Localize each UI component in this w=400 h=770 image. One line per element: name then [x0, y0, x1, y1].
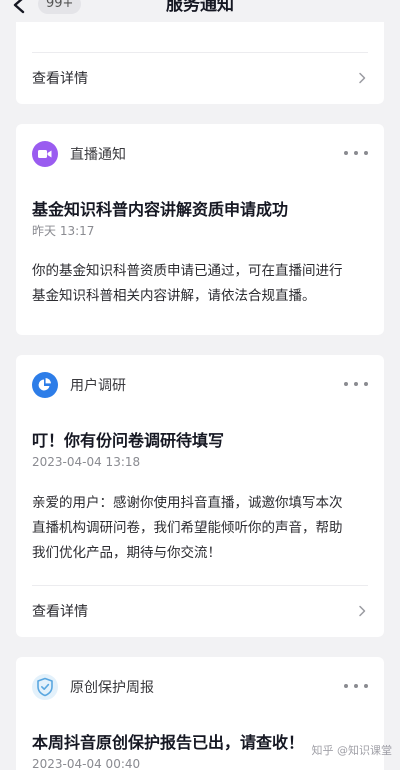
more-options-button[interactable] — [344, 146, 368, 160]
top-bar: 99+ 服务通知 — [0, 0, 400, 22]
message-body: 亲爱的用户：感谢你使用抖音直播，诚邀你填写本次 直播机构调研问卷，我们希望能倾听… — [32, 491, 370, 566]
more-dot — [354, 382, 358, 386]
message-time: 2023-04-04 00:40 — [32, 757, 141, 770]
chevron-right-icon — [359, 72, 366, 84]
message-body-line: 你的基金知识科普资质申请已通过，可在直播间进行 — [32, 263, 343, 279]
video-camera-icon — [32, 141, 58, 167]
card-source: 用户调研 — [70, 378, 126, 394]
view-details-button[interactable]: 查看详情 — [16, 589, 384, 633]
watermark-text: 知乎 @知识课堂 — [311, 744, 393, 757]
message-body-line: 亲爱的用户：感谢你使用抖音直播，诚邀你填写本次 — [32, 495, 343, 511]
card-source: 直播通知 — [70, 147, 126, 163]
message-time: 2023-04-04 13:18 — [32, 455, 141, 469]
message-body-line: 直播机构调研问卷，我们希望能倾听你的声音，帮助 — [32, 520, 343, 536]
more-dot — [344, 382, 348, 386]
more-dot — [344, 684, 348, 688]
message-body-line: 基金知识科普相关内容讲解，请依法合规直播。 — [32, 288, 316, 304]
more-options-button[interactable] — [344, 679, 368, 693]
page-title: 服务通知 — [166, 0, 234, 15]
message-body-line: 我们优化产品，期待与你交流！ — [32, 545, 221, 561]
more-dot — [364, 151, 368, 155]
message-body: 你的基金知识科普资质申请已通过，可在直播间进行 基金知识科普相关内容讲解，请依法… — [32, 259, 370, 309]
pie-chart-icon — [32, 372, 58, 398]
card-header: 用户调研 — [32, 369, 126, 401]
notification-card: 直播通知 基金知识科普内容讲解资质申请成功 昨天 13:17 你的基金知识科普资… — [16, 124, 384, 335]
message-title: 叮！你有份问卷调研待填写 — [32, 431, 225, 450]
card-source: 原创保护周报 — [70, 680, 154, 696]
card-header: 直播通知 — [32, 138, 126, 170]
more-dot — [354, 684, 358, 688]
watermark: 知乎 @知识课堂 — [312, 742, 393, 758]
view-details-label: 查看详情 — [32, 71, 88, 87]
shield-icon — [32, 674, 58, 700]
message-time: 昨天 13:17 — [32, 224, 95, 238]
more-dot — [364, 684, 368, 688]
message-title: 基金知识科普内容讲解资质申请成功 — [32, 200, 289, 219]
more-dot — [364, 382, 368, 386]
view-details-button[interactable]: 查看详情 — [16, 56, 384, 100]
notification-card: 用户调研 叮！你有份问卷调研待填写 2023-04-04 13:18 亲爱的用户… — [16, 355, 384, 637]
more-dot — [344, 151, 348, 155]
card-header: 原创保护周报 — [32, 671, 154, 703]
more-options-button[interactable] — [344, 377, 368, 391]
more-dot — [354, 151, 358, 155]
divider — [32, 52, 368, 53]
chevron-right-icon — [359, 605, 366, 617]
divider — [32, 585, 368, 586]
view-details-label: 查看详情 — [32, 604, 88, 620]
